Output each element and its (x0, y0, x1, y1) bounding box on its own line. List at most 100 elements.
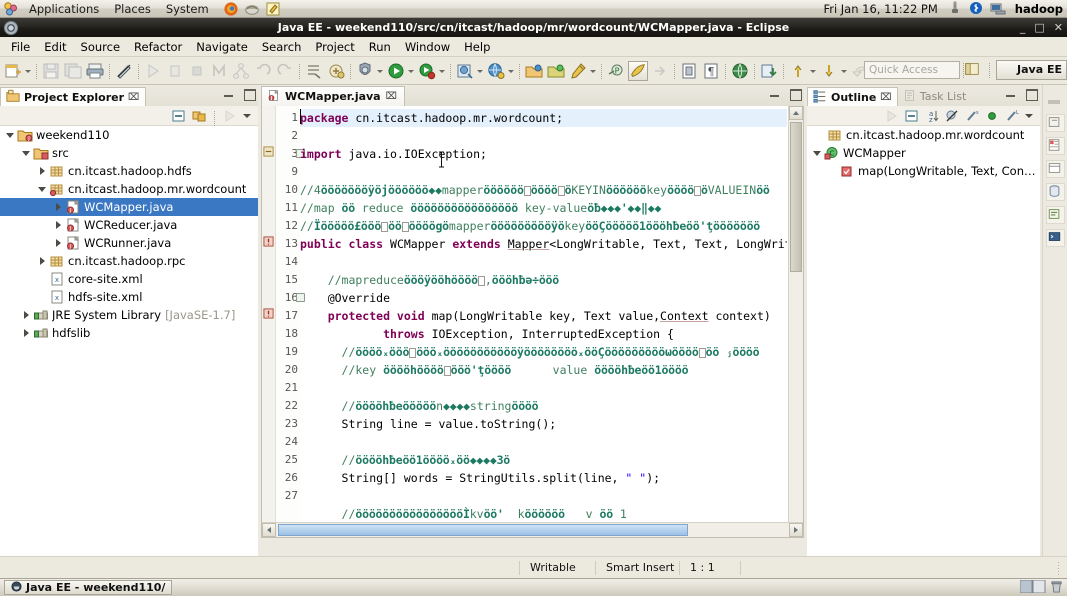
outline-item-package[interactable]: cn.itcast.hadoop.mr.wordcount (807, 126, 1040, 144)
open-task-icon[interactable] (326, 61, 346, 81)
code-line[interactable]: protected void map(LongWritable key, Tex… (300, 307, 787, 325)
run-dropdown-icon[interactable] (407, 61, 416, 81)
code-line[interactable] (300, 433, 787, 451)
view-menu-icon[interactable] (1024, 108, 1036, 124)
restore-icon[interactable] (1046, 91, 1065, 109)
run-last-tool-icon[interactable] (143, 61, 163, 81)
code-line[interactable]: //key ööööhöööö ööö'ţöööö value ööööhƀeöö… (300, 361, 787, 379)
code-line[interactable]: //ööööööööööööööööÌkvöö' köööööö v öö 1 (300, 505, 787, 523)
focus-icon[interactable] (222, 108, 238, 124)
usb-icon[interactable] (948, 1, 965, 17)
new-ee-project-icon[interactable] (355, 61, 375, 81)
tree-item-wordcount-package[interactable]: cn.itcast.hadoop.mr.wordcount (0, 180, 258, 198)
hierarchy-icon[interactable] (231, 61, 251, 81)
tree-item-wcreducer-java[interactable]: J WCReducer.java (0, 216, 258, 234)
twisty-closed-icon[interactable] (52, 199, 65, 215)
tab-project-explorer[interactable]: Project Explorer ⌧ (0, 87, 146, 106)
code-line[interactable]: throws IOException, InterruptedException… (300, 325, 787, 343)
next-annotation-icon[interactable] (209, 61, 229, 81)
show-whitespace-icon[interactable]: ¶ (701, 61, 721, 81)
code-line[interactable]: //ööööhƀeöö1ööööₓöö◆◆◆◆3ö (300, 451, 787, 469)
markers-min-icon[interactable] (1045, 160, 1065, 178)
servers-min-icon[interactable] (1045, 137, 1065, 155)
hide-local-icon[interactable]: L (1004, 108, 1020, 124)
tree-item-weekend110[interactable]: J weekend110 (0, 126, 258, 144)
editor-vertical-scrollbar[interactable] (788, 106, 803, 537)
menu-help[interactable]: Help (457, 38, 497, 56)
quick-access-input[interactable]: Quick Access (864, 61, 960, 79)
minimize-icon[interactable] (1005, 88, 1017, 100)
toggle-block-selection-icon[interactable] (679, 61, 699, 81)
maximize-icon[interactable] (243, 88, 256, 101)
code-line[interactable]: @Override (300, 289, 787, 307)
hide-fields-icon[interactable] (944, 108, 960, 124)
code-line[interactable]: String line = value.toString(); (300, 415, 787, 433)
outline-item-map-method[interactable]: map(LongWritable, Text, Context) : (807, 162, 1040, 180)
code-line[interactable] (300, 163, 787, 181)
editor-annotation-ruler[interactable] (262, 106, 276, 537)
open-perspective-icon[interactable] (963, 60, 983, 80)
new-annotation-icon[interactable]: P (606, 61, 626, 81)
help-icon[interactable] (244, 1, 261, 17)
menu-source[interactable]: Source (74, 38, 128, 56)
undo-icon[interactable] (253, 61, 273, 81)
open-type-dropdown-icon[interactable] (476, 61, 485, 81)
next-edit-dropdown-icon[interactable] (840, 61, 849, 81)
minimize-icon[interactable] (223, 88, 235, 100)
code-line[interactable] (300, 253, 787, 271)
run-icon[interactable] (386, 61, 406, 81)
menu-window[interactable]: Window (398, 38, 457, 56)
editor-code-text[interactable]: package cn.itcast.hadoop.mr.wordcount; im… (300, 106, 787, 537)
maximize-icon[interactable] (1025, 88, 1038, 101)
menu-navigate[interactable]: Navigate (189, 38, 255, 56)
code-line[interactable]: //4öööööööÿöjöööööö◆◆mapperöööööö öööö öKE… (300, 181, 787, 199)
gnome-clock[interactable]: Fri Jan 16, 11:22 PM (823, 2, 937, 16)
redo-icon[interactable] (275, 61, 295, 81)
taskbar-item-eclipse[interactable]: Java EE - weekend110/ (4, 580, 173, 595)
console-min-icon[interactable] (1045, 229, 1065, 247)
menu-run[interactable]: Run (362, 38, 398, 56)
editor-vscroll-thumb[interactable] (790, 122, 802, 272)
code-line[interactable] (300, 127, 787, 145)
java-ee-perspective-toggle-icon[interactable] (628, 60, 648, 81)
save-icon[interactable] (41, 61, 61, 81)
terminate-icon[interactable] (187, 61, 207, 81)
bluetooth-icon[interactable] (969, 1, 986, 17)
debug-step-icon[interactable] (165, 61, 185, 81)
hide-nonpublic-icon[interactable] (984, 108, 1000, 124)
maximize-icon[interactable] (789, 88, 802, 101)
firefox-icon[interactable] (223, 1, 240, 17)
debug-icon[interactable] (417, 61, 437, 81)
twisty-open-icon[interactable] (4, 127, 17, 143)
close-button[interactable]: ✕ (1054, 22, 1063, 33)
twisty-closed-icon[interactable] (20, 307, 33, 323)
maximize-button[interactable]: □ (1034, 22, 1044, 33)
java-browsing-dropdown-icon[interactable] (507, 61, 516, 81)
collapse-all-icon[interactable] (904, 108, 920, 124)
search-icon[interactable] (304, 61, 324, 81)
twisty-open-icon[interactable] (36, 181, 49, 197)
tree-item-rpc-package[interactable]: cn.itcast.hadoop.rpc (0, 252, 258, 270)
collapse-all-icon[interactable] (171, 108, 187, 124)
tree-item-wcrunner-java[interactable]: J WCRunner.java (0, 234, 258, 252)
project-explorer-tree[interactable]: J weekend110 src cn.itcast.hadoop.hdfs c… (0, 126, 258, 538)
tree-item-hdfs-package[interactable]: cn.itcast.hadoop.hdfs (0, 162, 258, 180)
snippets-min-icon[interactable] (1045, 206, 1065, 224)
new-wizard-icon[interactable] (3, 61, 23, 81)
method-warning-marker-icon[interactable] (263, 308, 274, 322)
code-line[interactable]: //map öö reduce öööööööööööööööö key-val… (300, 199, 787, 217)
close-icon[interactable]: ⌧ (386, 91, 398, 102)
gnome-menu-places[interactable]: Places (107, 1, 158, 17)
twisty-closed-icon[interactable] (36, 163, 49, 179)
close-icon[interactable]: ⌧ (880, 92, 892, 103)
gnome-menu-system[interactable]: System (159, 1, 216, 17)
gnome-menu-applications[interactable]: Applications (22, 1, 106, 17)
code-line[interactable]: public class WCMapper extends Mapper<Lon… (300, 235, 787, 253)
gnome-user-label[interactable]: hadoop (1015, 2, 1063, 16)
print-icon[interactable] (85, 61, 105, 81)
forward-nav-icon[interactable] (650, 61, 670, 81)
code-line[interactable]: String[] words = StringUtils.split(line,… (300, 469, 787, 487)
sort-icon[interactable]: az (924, 108, 940, 124)
applications-menu-icon[interactable] (3, 1, 20, 17)
external-tools-icon[interactable] (568, 61, 588, 81)
